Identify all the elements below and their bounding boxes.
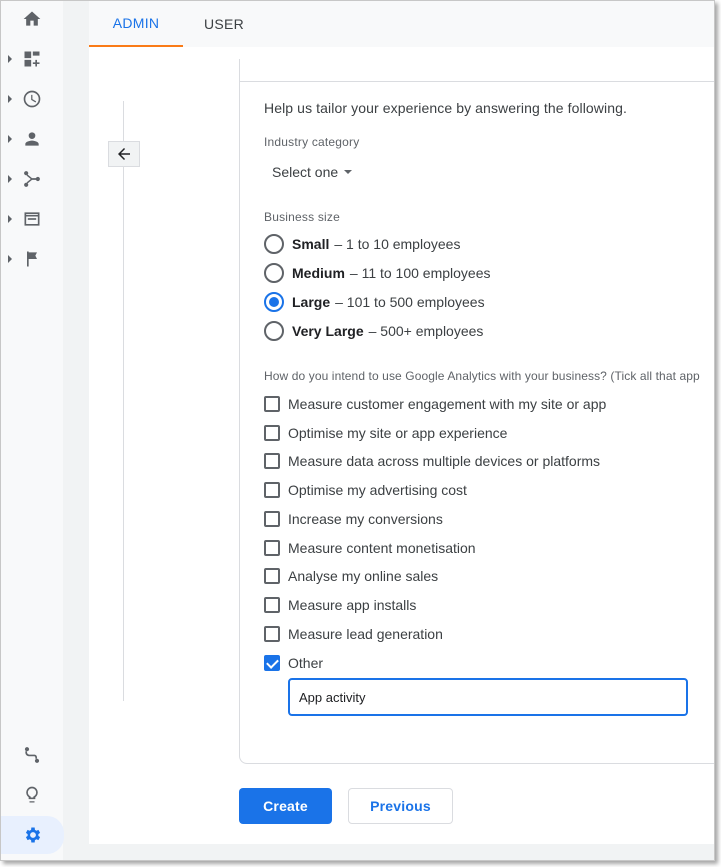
person-icon	[25, 132, 39, 146]
main-content: ADMIN USER Help us tailor your experienc…	[89, 1, 714, 844]
size-desc: – 11 to 100 employees	[349, 265, 491, 281]
usage-option-label: Measure content monetisation	[288, 540, 476, 556]
size-name: Medium	[292, 265, 345, 281]
path-icon	[24, 747, 40, 763]
clock-icon	[23, 90, 41, 108]
nav-acquisition[interactable]	[7, 162, 57, 196]
radio-button-selected[interactable]	[264, 292, 284, 312]
home-icon	[23, 11, 41, 26]
size-desc: – 1 to 10 employees	[334, 236, 461, 252]
business-size-medium[interactable]: Medium – 11 to 100 employees	[264, 262, 491, 284]
business-size-large[interactable]: Large – 101 to 500 employees	[264, 291, 485, 313]
usage-option[interactable]: Measure lead generation	[264, 623, 443, 645]
size-name: Small	[292, 236, 330, 252]
browser-window-icon	[24, 212, 40, 226]
usage-option[interactable]: Measure data across multiple devices or …	[264, 450, 600, 472]
nav-discover[interactable]	[7, 778, 57, 812]
card-divider	[240, 81, 714, 82]
usage-option-label: Optimise my site or app experience	[288, 425, 508, 441]
tab-user[interactable]: USER	[183, 1, 265, 47]
usage-option-label: Optimise my advertising cost	[288, 482, 467, 498]
column-divider	[123, 101, 124, 701]
usage-option-label: Measure customer engagement with my site…	[288, 396, 607, 412]
checkbox[interactable]	[264, 425, 280, 441]
account-setup-card: Help us tailor your experience by answer…	[239, 59, 714, 764]
previous-button[interactable]: Previous	[348, 788, 453, 824]
usage-option[interactable]: Analyse my online sales	[264, 565, 438, 587]
business-size-very-large[interactable]: Very Large – 500+ employees	[264, 320, 483, 342]
radio-button[interactable]	[264, 263, 284, 283]
usage-option[interactable]: Increase my conversions	[264, 508, 443, 530]
industry-category-select[interactable]: Select one	[264, 157, 360, 187]
radio-button[interactable]	[264, 321, 284, 341]
size-name: Very Large	[292, 323, 364, 339]
size-desc: – 500+ employees	[368, 323, 484, 339]
checkbox[interactable]	[264, 597, 280, 613]
nav-behaviour[interactable]	[7, 202, 57, 236]
usage-option[interactable]: Optimise my site or app experience	[264, 422, 507, 444]
usage-option-label: Increase my conversions	[288, 511, 443, 527]
arrow-back-icon	[118, 148, 130, 160]
usage-option-label: Measure data across multiple devices or …	[288, 453, 601, 469]
back-button[interactable]	[108, 141, 140, 167]
business-size-small[interactable]: Small – 1 to 10 employees	[264, 233, 460, 255]
nav-attribution[interactable]	[7, 738, 57, 772]
nav-customisation[interactable]	[7, 42, 57, 76]
nav-home[interactable]	[7, 2, 57, 36]
usage-option-label: Other	[288, 655, 324, 671]
acquisition-icon	[24, 171, 40, 187]
checkbox[interactable]	[264, 568, 280, 584]
size-desc: – 101 to 500 employees	[335, 294, 485, 310]
gear-icon	[25, 827, 40, 843]
usage-question-label: How do you intend to use Google Analytic…	[264, 369, 700, 383]
other-usage-input[interactable]	[288, 678, 688, 716]
dropdown-arrow-icon	[344, 170, 353, 174]
checkbox-checked[interactable]	[264, 655, 280, 671]
nav-admin[interactable]	[1, 816, 64, 854]
checkbox[interactable]	[264, 540, 280, 556]
checkbox[interactable]	[264, 396, 280, 412]
usage-option-other[interactable]: Other	[264, 652, 323, 674]
usage-option-label: Analyse my online sales	[288, 568, 439, 584]
business-size-label: Business size	[264, 210, 340, 224]
radio-button[interactable]	[264, 234, 284, 254]
industry-category-value: Select one	[272, 164, 339, 180]
usage-option-label: Measure lead generation	[288, 626, 443, 642]
nav-conversions[interactable]	[7, 242, 57, 276]
usage-option[interactable]: Measure app installs	[264, 594, 416, 616]
create-button[interactable]: Create	[239, 788, 332, 824]
lightbulb-icon	[26, 786, 38, 803]
admin-tabs: ADMIN USER	[89, 1, 714, 47]
usage-option[interactable]: Optimise my advertising cost	[264, 479, 467, 501]
usage-option-label: Measure app installs	[288, 597, 417, 613]
dashboard-add-icon	[24, 51, 40, 67]
flag-icon	[27, 251, 37, 267]
checkbox[interactable]	[264, 511, 280, 527]
analytics-window: ADMIN USER Help us tailor your experienc…	[0, 0, 715, 861]
tab-admin[interactable]: ADMIN	[89, 1, 183, 47]
form-intro: Help us tailor your experience by answer…	[264, 100, 627, 116]
checkbox[interactable]	[264, 482, 280, 498]
size-name: Large	[292, 294, 331, 310]
nav-realtime[interactable]	[7, 82, 57, 116]
checkbox[interactable]	[264, 453, 280, 469]
usage-option[interactable]: Measure customer engagement with my site…	[264, 393, 606, 415]
left-nav	[1, 1, 64, 860]
usage-option[interactable]: Measure content monetisation	[264, 537, 476, 559]
nav-audience[interactable]	[7, 122, 57, 156]
industry-category-label: Industry category	[264, 135, 360, 149]
checkbox[interactable]	[264, 626, 280, 642]
